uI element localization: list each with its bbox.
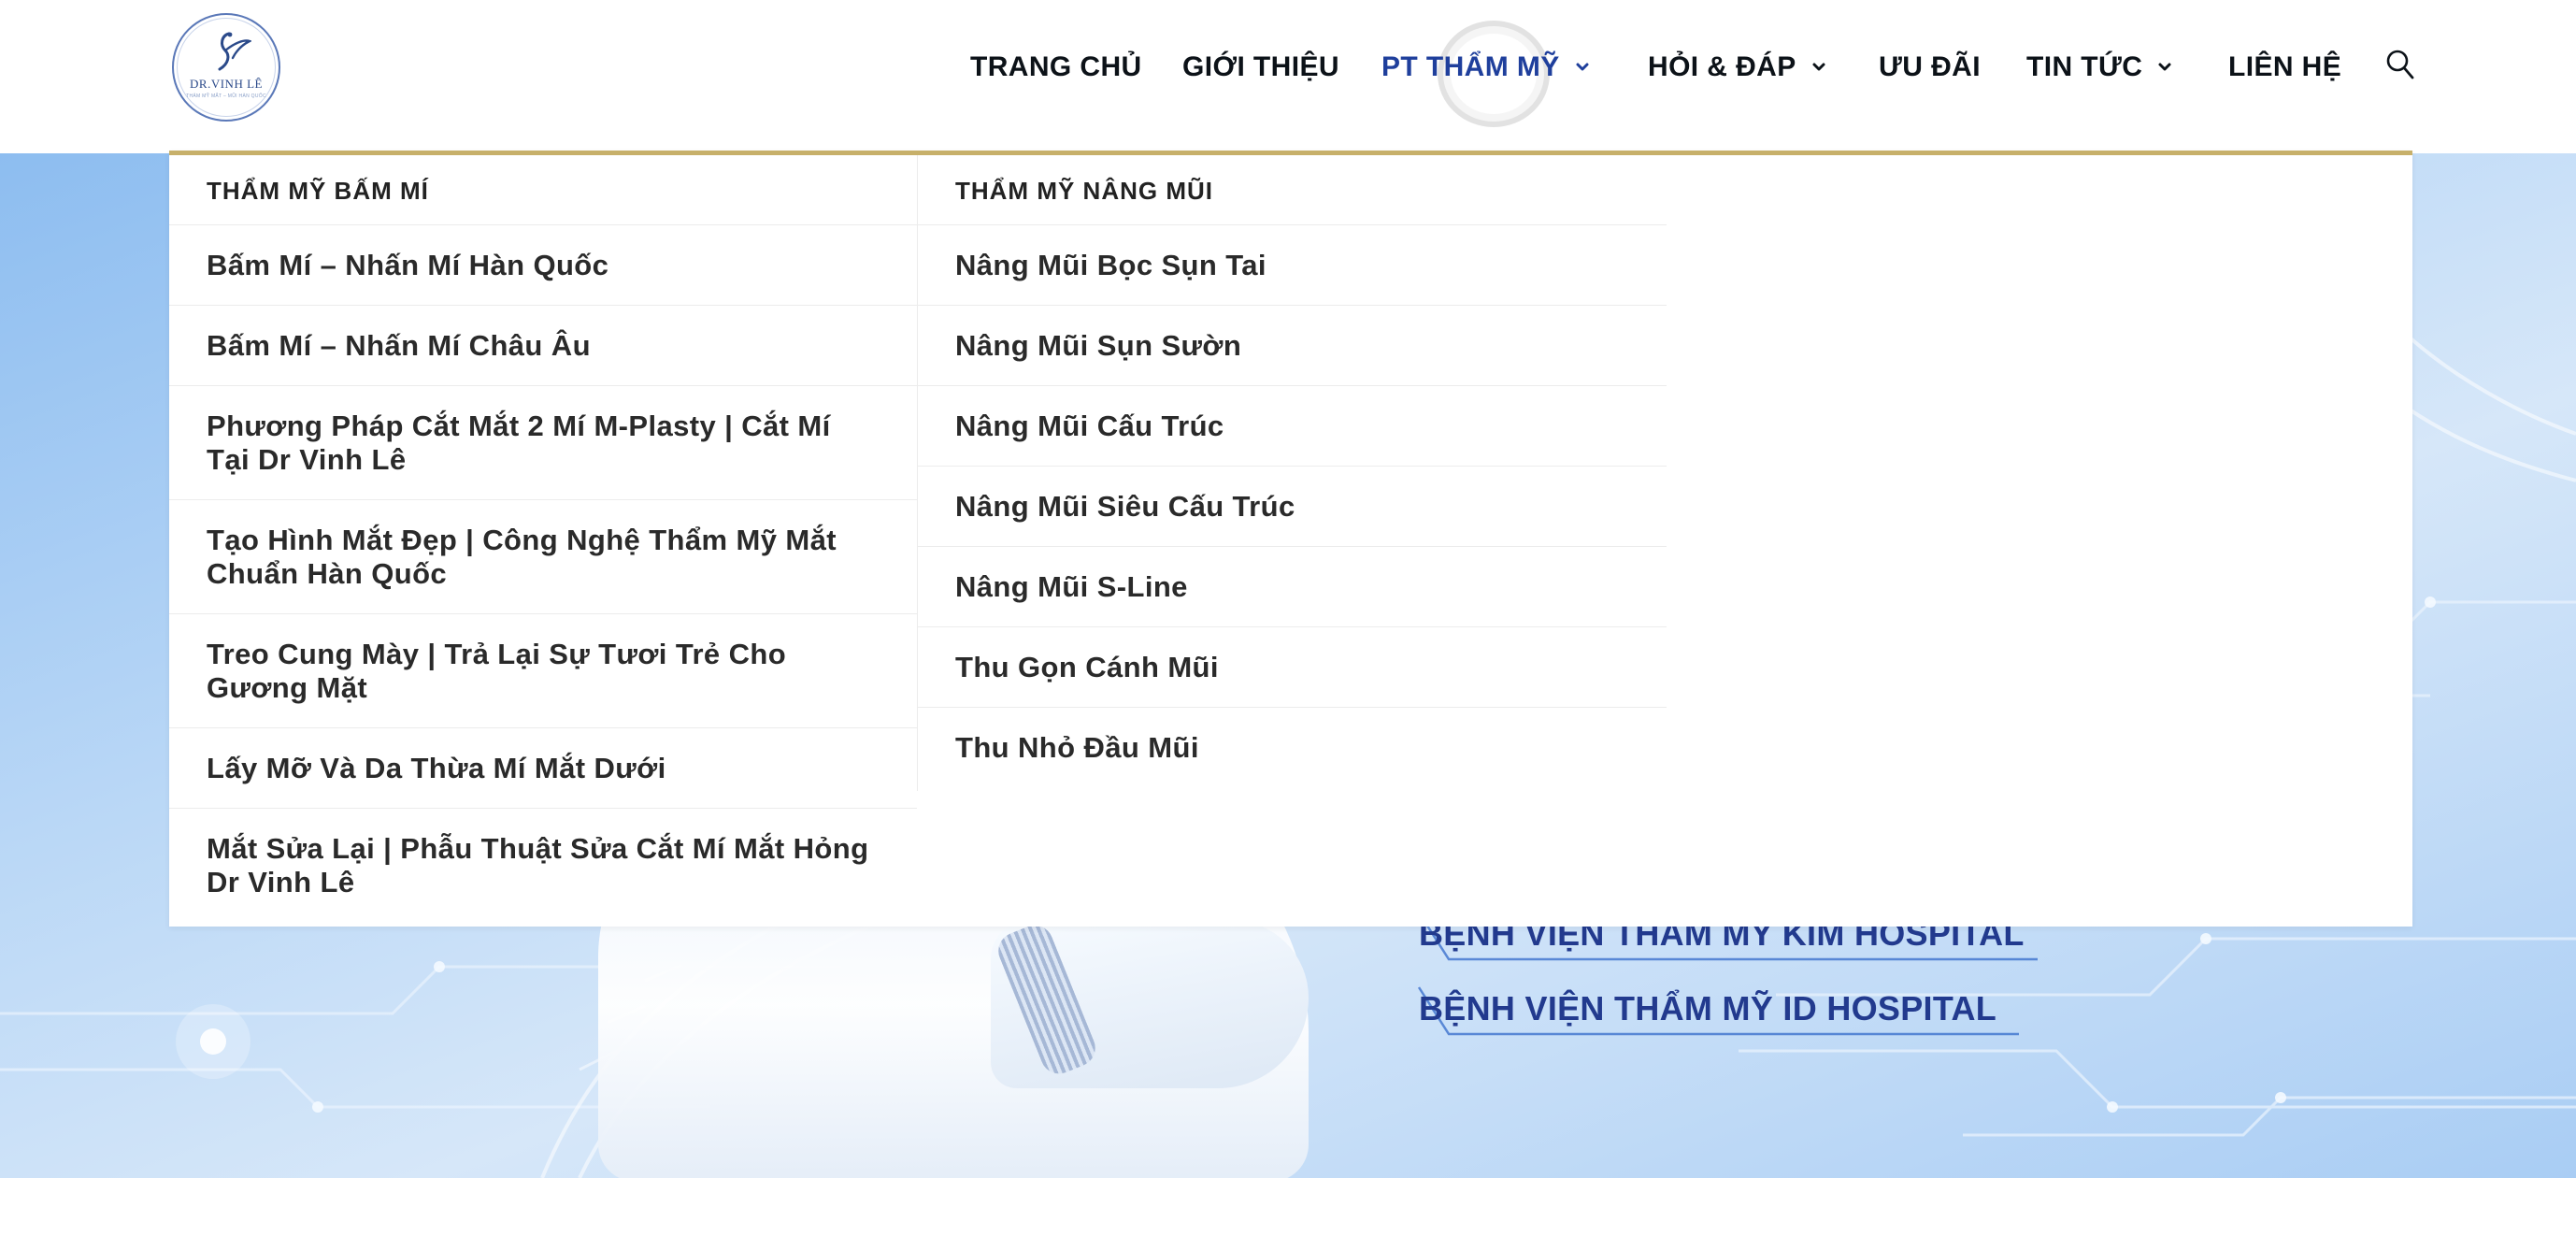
nav-label: ƯU ĐÃI — [1879, 51, 1981, 82]
search-button[interactable] — [2385, 49, 2415, 82]
menu-item[interactable]: Nâng Mũi Sụn Sườn — [918, 306, 1667, 386]
nav-tin-tuc[interactable]: TIN TỨC — [2026, 49, 2174, 86]
dropdown-column-nang-mui: THẨM MỸ NÂNG MŨI Nâng Mũi Bọc Sụn Tai Nâ… — [917, 155, 1667, 791]
nav-label: LIÊN HỆ — [2228, 51, 2342, 82]
menu-item[interactable]: Phương Pháp Cắt Mắt 2 Mí M-Plasty | Cắt … — [169, 386, 917, 500]
pt-tham-my-dropdown: THẨM MỸ BẤM MÍ Bấm Mí – Nhấn Mí Hàn Quốc… — [169, 151, 2412, 927]
chevron-down-icon — [2155, 58, 2174, 77]
menu-item[interactable]: Nâng Mũi Siêu Cấu Trúc — [918, 467, 1667, 547]
nav-lien-he[interactable]: LIÊN HỆ — [2228, 49, 2341, 86]
nav-label: HỎI & ĐÁP — [1648, 51, 1796, 82]
menu-item[interactable]: Treo Cung Mày | Trả Lại Sự Tươi Trẻ Cho … — [169, 614, 917, 728]
menu-item[interactable]: Bấm Mí – Nhấn Mí Châu Âu — [169, 306, 917, 386]
menu-item[interactable]: Nâng Mũi Cấu Trúc — [918, 386, 1667, 467]
nav-label: GIỚI THIỆU — [1182, 51, 1339, 82]
menu-item[interactable]: Lấy Mỡ Và Da Thừa Mí Mắt Dưới — [169, 728, 917, 809]
column-heading[interactable]: THẨM MỸ NÂNG MŨI — [918, 155, 1667, 225]
chevron-down-icon — [1810, 58, 1828, 77]
nav-uu-dai[interactable]: ƯU ĐÃI — [1879, 49, 1981, 86]
nav-label: TIN TỨC — [2026, 51, 2143, 82]
nav-hoi-dap[interactable]: HỎI & ĐÁP — [1648, 49, 1828, 86]
search-icon — [2386, 50, 2414, 79]
column-heading[interactable]: THẨM MỸ BẤM MÍ — [169, 155, 917, 225]
nav-pt-tham-my[interactable]: PT THẨM MỸ — [1381, 49, 1592, 86]
menu-item[interactable]: Nâng Mũi Bọc Sụn Tai — [918, 225, 1667, 306]
hospital-line-id: BỆNH VIỆN THẨM MỸ ID HOSPITAL — [1419, 989, 1997, 1028]
logo-swan-icon — [218, 32, 251, 71]
menu-item[interactable]: Thu Nhỏ Đầu Mũi — [918, 708, 1667, 788]
menu-item[interactable]: Thu Gọn Cánh Mũi — [918, 627, 1667, 708]
logo-subtext: THẨM MỸ MẮT – MŨI HÀN QUỐC — [186, 93, 266, 99]
menu-item[interactable]: Bấm Mí – Nhấn Mí Hàn Quốc — [169, 225, 917, 306]
menu-item[interactable]: Tạo Hình Mắt Đẹp | Công Nghệ Thẩm Mỹ Mắt… — [169, 500, 917, 614]
site-header: DR.VINH LÊ THẨM MỸ MẮT – MŨI HÀN QUỐC TR… — [0, 0, 2576, 153]
chevron-down-icon — [1573, 58, 1592, 77]
site-logo[interactable]: DR.VINH LÊ THẨM MỸ MẮT – MŨI HÀN QUỐC — [172, 13, 280, 122]
nav-label: TRANG CHỦ — [970, 51, 1142, 82]
menu-item[interactable]: Mắt Sửa Lại | Phẫu Thuật Sửa Cắt Mí Mắt … — [169, 809, 917, 923]
nav-gioi-thieu[interactable]: GIỚI THIỆU — [1182, 49, 1339, 86]
nav-trang-chu[interactable]: TRANG CHỦ — [970, 49, 1142, 86]
menu-item[interactable]: Nâng Mũi S-Line — [918, 547, 1667, 627]
nav-label: PT THẨM MỸ — [1381, 51, 1560, 82]
dropdown-column-bam-mi: THẨM MỸ BẤM MÍ Bấm Mí – Nhấn Mí Hàn Quốc… — [169, 155, 917, 923]
logo-text: DR.VINH LÊ — [190, 77, 263, 91]
